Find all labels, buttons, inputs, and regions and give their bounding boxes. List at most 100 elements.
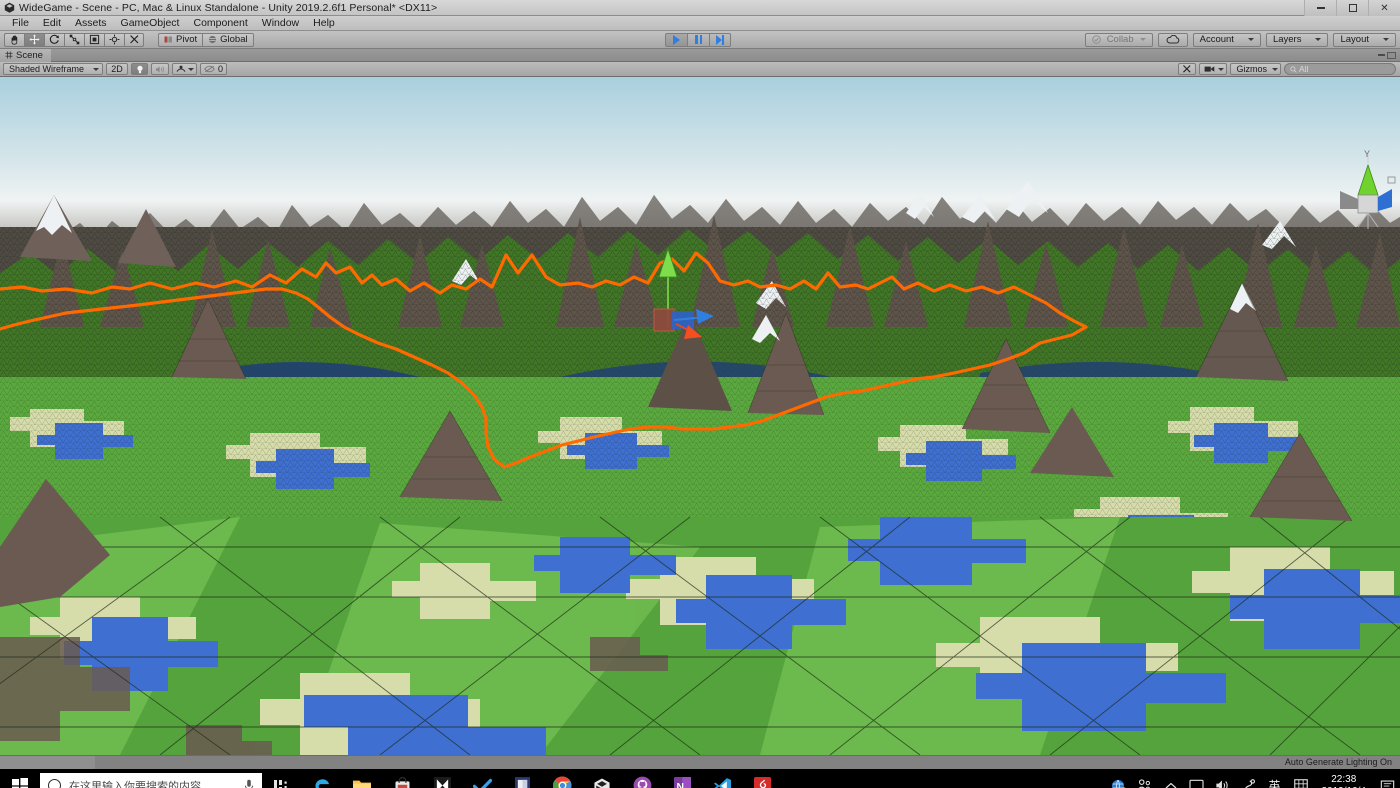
taskbar-clock[interactable]: 22:38 2019/10/4 (1314, 769, 1375, 788)
play-button[interactable] (665, 33, 687, 47)
windows-start-icon[interactable] (0, 769, 40, 788)
menu-item-edit[interactable]: Edit (36, 16, 68, 31)
task-view-icon[interactable] (262, 769, 302, 788)
camera-dropdown[interactable] (1199, 63, 1227, 75)
github-icon[interactable] (622, 769, 662, 788)
hidden-objects-button[interactable]: 0 (200, 63, 227, 75)
pause-button[interactable] (687, 33, 709, 47)
pivot-toggle[interactable]: Pivot (158, 33, 203, 47)
terrain-render: Y (0, 77, 1400, 755)
microphone-icon (244, 779, 254, 788)
unity-icon[interactable] (582, 769, 622, 788)
action-center-icon[interactable] (1374, 769, 1400, 788)
transform-icon (109, 34, 120, 45)
toolbar-right-group: Collab Account Layers Layout (1085, 33, 1396, 47)
menu-item-assets[interactable]: Assets (68, 16, 114, 31)
menu-item-window[interactable]: Window (255, 16, 306, 31)
layout-button[interactable]: Layout (1333, 33, 1396, 47)
chevron-down-icon (1315, 38, 1321, 41)
hand-tool-button[interactable] (4, 33, 24, 47)
toggle-audio-button[interactable] (151, 63, 169, 75)
account-button[interactable]: Account (1193, 33, 1261, 47)
notes-icon[interactable] (502, 769, 542, 788)
status-bar: Auto Generate Lighting On (0, 755, 1400, 769)
volume-icon[interactable] (1210, 769, 1236, 788)
layers-button[interactable]: Layers (1266, 33, 1329, 47)
layout-label: Layout (1340, 34, 1369, 45)
kmplayer-icon[interactable] (422, 769, 462, 788)
scene-view-toolbar: Shaded Wireframe 2D 0 Gizmos All (0, 62, 1400, 77)
transform-tool-button[interactable] (104, 33, 124, 47)
menu-item-gameobject[interactable]: GameObject (114, 16, 187, 31)
netease-icon[interactable] (742, 769, 782, 788)
restore-icon[interactable] (1336, 0, 1368, 16)
effects-dropdown[interactable] (172, 63, 197, 75)
scale-icon (69, 34, 80, 45)
tab-menu-icon[interactable] (1378, 52, 1396, 59)
cloud-button[interactable] (1158, 33, 1188, 47)
edge-icon[interactable] (302, 769, 342, 788)
collab-button[interactable]: Collab (1085, 33, 1153, 47)
chevron-down-icon (1383, 38, 1389, 41)
pivot-toggle-group: Pivot Global (158, 33, 254, 47)
vscode-icon[interactable] (702, 769, 742, 788)
network-warning-icon[interactable] (1106, 769, 1132, 788)
menu-item-help[interactable]: Help (306, 16, 342, 31)
chrome-icon[interactable] (542, 769, 582, 788)
people-icon[interactable] (1132, 769, 1158, 788)
toggle-2d-button[interactable]: 2D (106, 63, 128, 75)
effects-icon (176, 65, 186, 74)
draw-mode-dropdown[interactable]: Shaded Wireframe (3, 63, 103, 75)
collab-check-icon (1092, 35, 1101, 44)
minimize-icon[interactable] (1304, 0, 1336, 16)
wrench-icon (1182, 64, 1192, 74)
onenote-icon[interactable]: N (662, 769, 702, 788)
gizmos-dropdown[interactable]: Gizmos (1230, 63, 1281, 75)
folder-icon[interactable] (342, 769, 382, 788)
chevron-down-icon (93, 68, 99, 71)
cloud-icon (1166, 35, 1180, 44)
menu-item-file[interactable]: File (5, 16, 36, 31)
step-button[interactable] (709, 33, 731, 47)
eye-off-icon (204, 65, 215, 73)
hand-icon (9, 34, 20, 45)
ime-language-indicator[interactable]: 英 (1262, 769, 1288, 788)
clock-time: 22:38 (1331, 774, 1356, 786)
scale-tool-button[interactable] (64, 33, 84, 47)
speaker-icon (155, 65, 165, 74)
toggle-lighting-button[interactable] (131, 63, 148, 75)
tab-scene[interactable]: Scene (0, 49, 51, 62)
move-tool-button[interactable] (24, 33, 44, 47)
draw-mode-label: Shaded Wireframe (9, 64, 84, 74)
global-toggle[interactable]: Global (203, 33, 253, 47)
pivot-icon (164, 35, 173, 44)
taskbar-search-placeholder: 在这里输入你要搜索的内容 (69, 778, 236, 788)
global-label: Global (220, 34, 247, 45)
mode-2d-label: 2D (111, 64, 123, 74)
play-icon (673, 35, 680, 45)
rect-tool-button[interactable] (84, 33, 104, 47)
window-controls: ✕ (1304, 0, 1400, 16)
window-title: WideGame - Scene - PC, Mac & Linux Stand… (19, 2, 437, 14)
main-toolbar: Pivot Global Collab Account Layers Layo (0, 31, 1400, 49)
scene-tools-button[interactable] (1178, 63, 1196, 75)
scene-search-input[interactable]: All (1284, 63, 1396, 75)
show-hidden-icon[interactable] (1158, 769, 1184, 788)
monitor-icon[interactable] (1184, 769, 1210, 788)
account-label: Account (1200, 34, 1234, 45)
hidden-count-label: 0 (218, 64, 223, 74)
scene-viewport[interactable]: Y (0, 77, 1400, 755)
store-icon[interactable] (382, 769, 422, 788)
pivot-label: Pivot (176, 34, 197, 45)
close-icon[interactable]: ✕ (1368, 0, 1400, 16)
menu-item-component[interactable]: Component (186, 16, 254, 31)
globe-icon (208, 35, 217, 44)
rotate-tool-button[interactable] (44, 33, 64, 47)
cortana-circle-icon (48, 779, 61, 788)
pen-icon[interactable] (1236, 769, 1262, 788)
check-icon[interactable] (462, 769, 502, 788)
taskbar-search-input[interactable]: 在这里输入你要搜索的内容 (40, 773, 262, 788)
windows-taskbar: 在这里输入你要搜索的内容 (0, 769, 1400, 788)
custom-tool-button[interactable] (124, 33, 144, 47)
ime-panel-icon[interactable] (1288, 769, 1314, 788)
